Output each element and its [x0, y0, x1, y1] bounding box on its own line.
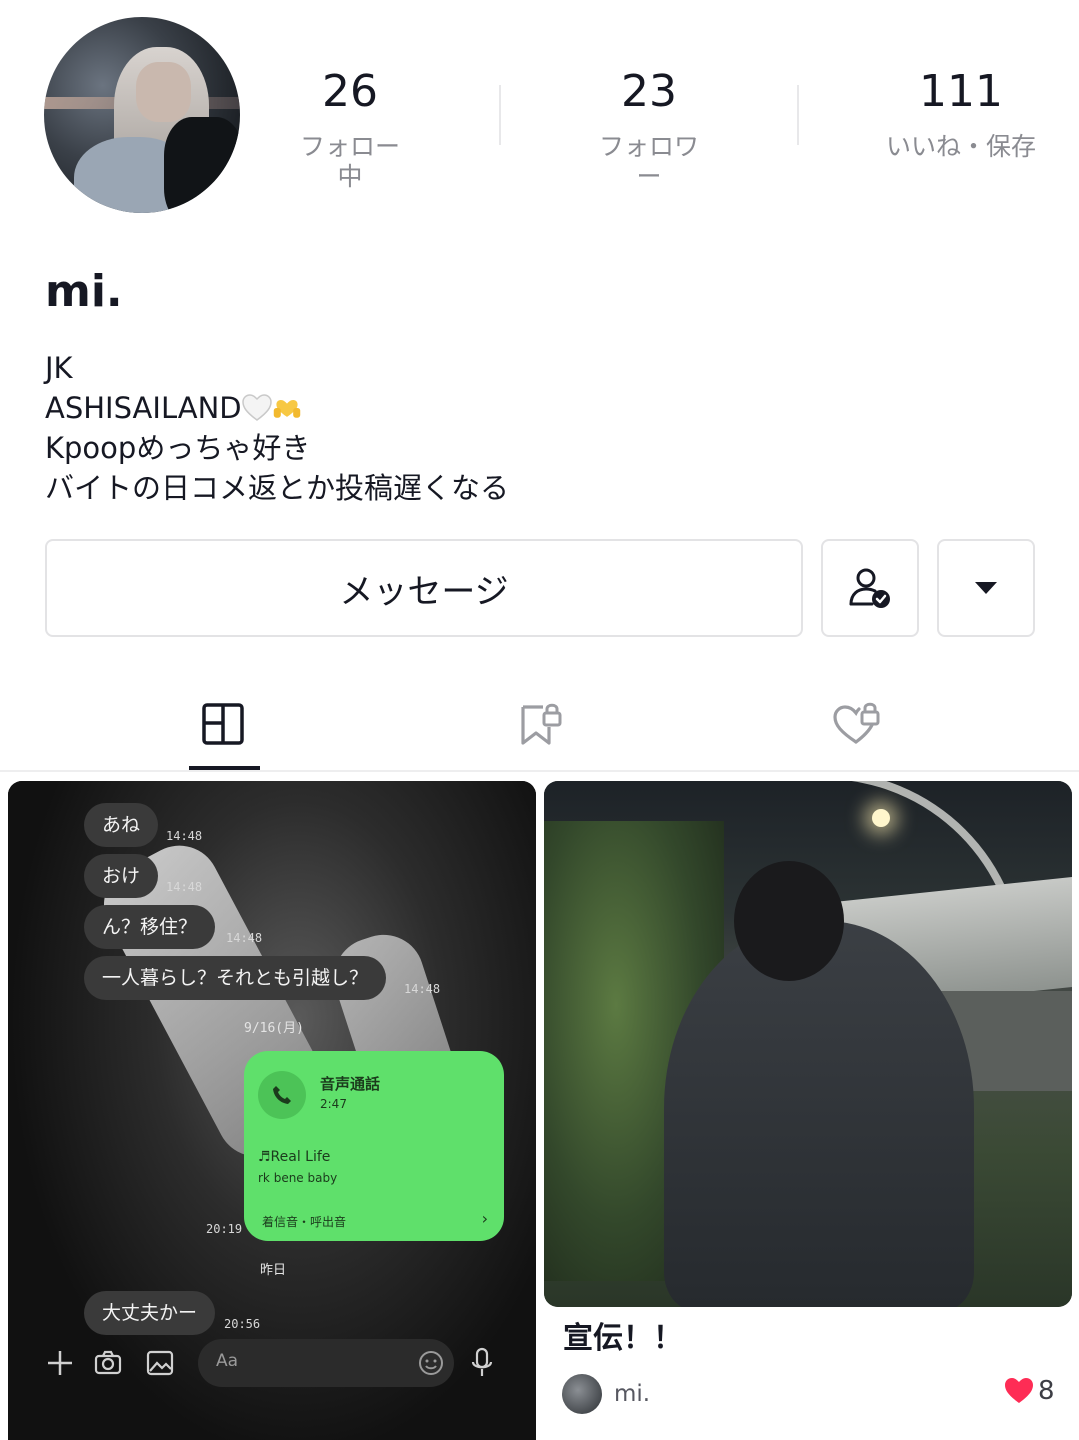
- chat-message-input: Aa: [198, 1339, 454, 1387]
- bio-line: バイトの日コメ返とか投稿遅くなる: [45, 471, 510, 505]
- stat-followers[interactable]: 23 フォロワー: [587, 62, 711, 192]
- stat-likes[interactable]: 111 いいね・保存: [885, 62, 1037, 162]
- message-button-label: メッセージ: [339, 571, 509, 612]
- chat-date-divider: 昨日: [260, 1263, 287, 1278]
- image-icon: [146, 1350, 174, 1376]
- post-author-avatar[interactable]: [562, 1374, 602, 1414]
- heart-lock-icon: [833, 702, 880, 744]
- chat-message: ん？移住？: [84, 905, 216, 949]
- bio-line: Kpoopめっちゃ好き: [45, 431, 311, 465]
- tab-liked[interactable]: [806, 680, 906, 768]
- followers-count: 23: [621, 66, 677, 117]
- call-artist: rk bene baby: [258, 1171, 338, 1185]
- heart-icon: [1005, 1378, 1033, 1403]
- call-song: ♬Real Life: [258, 1149, 331, 1165]
- chat-time: 14:48: [404, 982, 441, 996]
- tab-saved[interactable]: [490, 680, 590, 768]
- stat-divider: [797, 85, 799, 145]
- white-heart-icon: [241, 394, 272, 421]
- street-light: [872, 809, 890, 827]
- profile-avatar[interactable]: [44, 17, 240, 213]
- grid-icon: [202, 703, 244, 745]
- following-label: フォロー中: [299, 132, 400, 191]
- chat-message: おけ: [84, 854, 159, 898]
- chat-input-placeholder: Aa: [216, 1351, 239, 1371]
- call-duration: 2:47: [320, 1097, 347, 1111]
- chat-time: 20:19: [206, 1222, 243, 1236]
- bookmark-lock-icon: [521, 703, 562, 745]
- likes-label: いいね・保存: [885, 132, 1036, 161]
- user-check-icon: [849, 568, 890, 608]
- bio-line: ASHISAILAND: [45, 391, 242, 425]
- active-tab-indicator: [189, 766, 260, 770]
- voice-call-bubble: 音声通話 2:47 ♬Real Life rk bene baby 着信音・呼出…: [244, 1051, 504, 1241]
- following-count: 26: [322, 66, 378, 117]
- post-card-chat[interactable]: あね 14:48 おけ 14:48 ん？移住？ 14:48 一人暮らし？それとも…: [8, 781, 536, 1440]
- caret-down-icon: [975, 582, 997, 594]
- profile-tabs: [0, 680, 1079, 772]
- username: mi.: [45, 266, 123, 317]
- friend-status-button[interactable]: [821, 539, 919, 637]
- photo-person: [664, 921, 974, 1307]
- followers-label: フォロワー: [598, 132, 699, 191]
- call-title: 音声通話: [320, 1075, 381, 1093]
- like-count-value: 8: [1038, 1376, 1055, 1406]
- tab-posts[interactable]: [173, 680, 273, 768]
- post-card-photo[interactable]: [544, 781, 1072, 1307]
- message-button[interactable]: メッセージ: [45, 539, 803, 637]
- bio-line-with-emoji: ASHISAILAND: [45, 388, 509, 428]
- chat-date-divider: 9/16(月): [244, 1021, 304, 1036]
- chat-time: 14:48: [166, 829, 203, 843]
- stat-following[interactable]: 26 フォロー中: [290, 62, 410, 192]
- stat-divider: [499, 85, 501, 145]
- bio-line: JK: [45, 351, 73, 385]
- post-title[interactable]: 宣伝！！: [563, 1318, 683, 1360]
- chevron-right-icon: ›: [481, 1209, 488, 1228]
- chat-message: 一人暮らし？それとも引越し？: [84, 956, 387, 1000]
- more-options-button[interactable]: [937, 539, 1035, 637]
- phone-icon: [258, 1071, 306, 1119]
- call-ringtone: 着信音・呼出音: [262, 1215, 347, 1229]
- chat-message: あね: [84, 803, 159, 847]
- plus-icon: [48, 1351, 72, 1375]
- heart-hands-icon: [273, 400, 300, 418]
- chat-time: 14:48: [166, 880, 203, 894]
- post-like-count[interactable]: 8: [1004, 1376, 1055, 1406]
- emoji-icon: [419, 1351, 443, 1375]
- likes-count: 111: [919, 66, 1003, 117]
- bio: JK ASHISAILAND Kpoopめっちゃ好き バイトの日コメ返とか投稿遅…: [45, 348, 509, 508]
- chat-input-bar: Aa: [8, 1329, 536, 1399]
- camera-icon: [94, 1350, 122, 1375]
- microphone-icon: [471, 1347, 493, 1376]
- post-author-name[interactable]: mi.: [614, 1378, 650, 1410]
- chat-time: 14:48: [226, 931, 263, 945]
